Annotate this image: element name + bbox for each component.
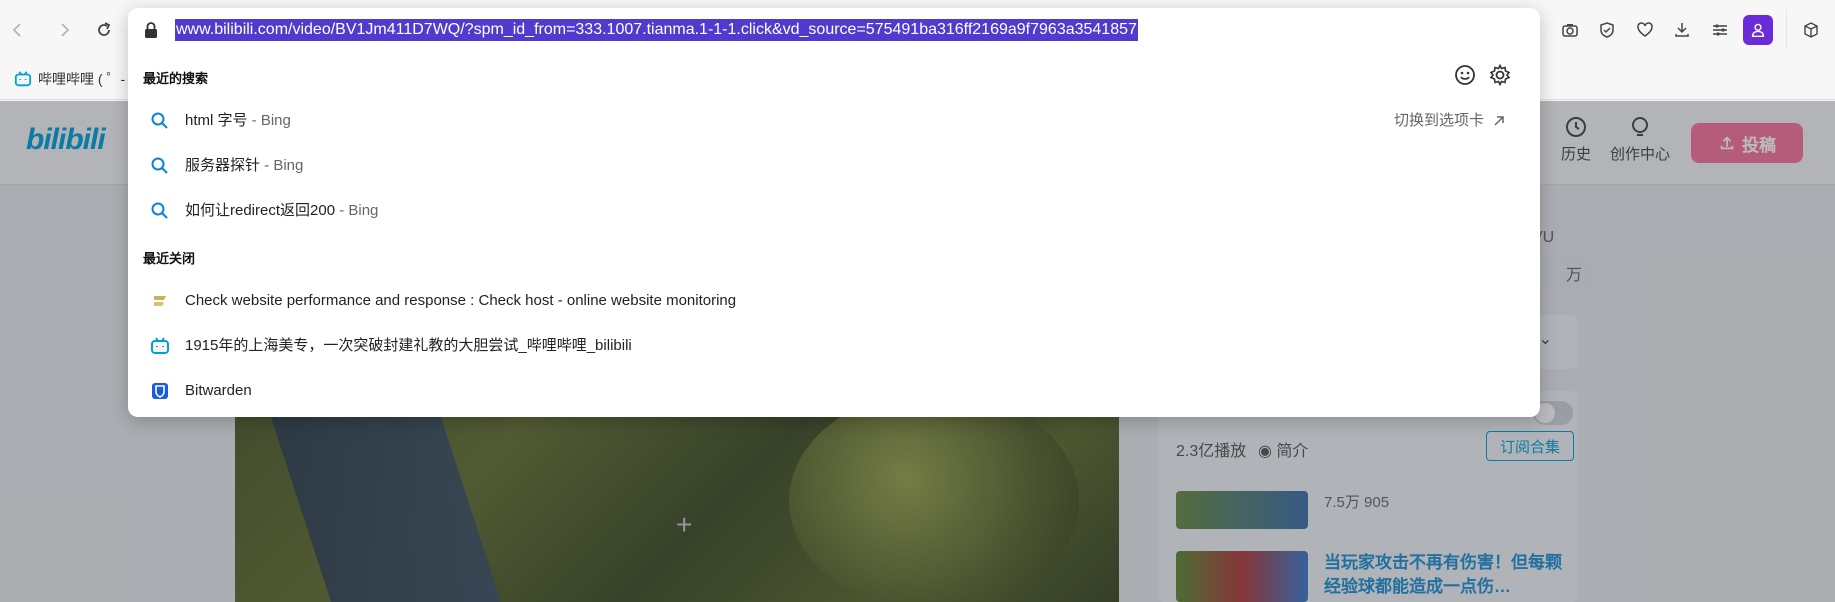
search-suggestion[interactable]: 如何让redirect返回200 - Bing bbox=[128, 189, 1540, 233]
bilibili-icon bbox=[151, 337, 169, 354]
lock-icon[interactable] bbox=[142, 21, 160, 39]
closed-item-title: Bitwarden bbox=[185, 382, 252, 399]
gear-icon[interactable] bbox=[1488, 63, 1512, 87]
shield-button[interactable] bbox=[1593, 16, 1621, 44]
back-arrow-icon bbox=[12, 23, 21, 37]
address-bar-dropdown: www.bilibili.com/video/BV1Jm411D7WQ/?spm… bbox=[128, 8, 1540, 417]
address-bar[interactable]: www.bilibili.com/video/BV1Jm411D7WQ/?spm… bbox=[128, 8, 1540, 52]
url-input[interactable]: www.bilibili.com/video/BV1Jm411D7WQ/?spm… bbox=[175, 19, 1138, 41]
heart-icon bbox=[1637, 22, 1653, 37]
extensions-button[interactable] bbox=[1797, 16, 1825, 44]
closed-item-title: 1915年的上海美专，一次突破封建礼教的大胆尝试_哔哩哔哩_bilibili bbox=[185, 337, 632, 354]
recently-closed-item[interactable]: Check website performance and response :… bbox=[128, 279, 1540, 323]
suggestion-engine: - Bing bbox=[335, 202, 379, 219]
forward-arrow-icon bbox=[61, 23, 70, 37]
suggestion-query: html 字号 bbox=[185, 112, 248, 129]
camera-icon bbox=[1562, 24, 1578, 37]
toolbar-divider bbox=[1786, 10, 1787, 50]
settings-sliders-icon bbox=[1713, 24, 1727, 36]
checkhost-icon bbox=[154, 296, 166, 306]
menu-button[interactable] bbox=[1706, 16, 1734, 44]
screenshot-button[interactable] bbox=[1556, 16, 1584, 44]
forward-button[interactable] bbox=[50, 16, 78, 44]
suggestion-query: 服务器探针 bbox=[185, 157, 261, 174]
recently-closed-item[interactable]: Bitwarden bbox=[128, 369, 1540, 413]
search-suggestion[interactable]: 服务器探针 - Bing bbox=[128, 144, 1540, 188]
suggestion-engine: - Bing bbox=[247, 112, 291, 129]
cube-icon bbox=[1804, 22, 1818, 38]
suggestion-text: html 字号 - Bing bbox=[185, 99, 291, 143]
bookmark-label: 哔哩哔哩 ( ゜- bbox=[38, 71, 126, 87]
bitwarden-icon bbox=[152, 383, 168, 399]
arrow-up-right-icon bbox=[1494, 116, 1504, 126]
closed-item-title: Check website performance and response :… bbox=[185, 292, 737, 309]
search-icon bbox=[151, 112, 168, 129]
suggestion-engine: - Bing bbox=[260, 157, 304, 174]
search-icon bbox=[151, 202, 168, 219]
reload-icon bbox=[98, 22, 111, 36]
suggestion-text: 服务器探针 - Bing bbox=[185, 144, 303, 188]
switch-to-tab-button[interactable]: 切换到选项卡 bbox=[1394, 99, 1506, 143]
shield-icon bbox=[1600, 22, 1614, 38]
search-suggestion[interactable]: html 字号 - Bing 切换到选项卡 bbox=[128, 99, 1540, 143]
bilibili-icon bbox=[14, 71, 32, 87]
recently-closed-item[interactable]: 1915年的上海美专，一次突破封建礼教的大胆尝试_哔哩哔哩_bilibili bbox=[128, 324, 1540, 368]
downloads-button[interactable] bbox=[1668, 16, 1696, 44]
recently-closed-heading: 最近关闭 bbox=[143, 251, 196, 266]
emoji-icon[interactable] bbox=[1453, 63, 1477, 87]
download-icon bbox=[1675, 23, 1689, 37]
suggestion-query: 如何让redirect返回200 bbox=[185, 202, 336, 219]
recent-searches-heading: 最近的搜索 bbox=[143, 71, 209, 86]
reload-button[interactable] bbox=[90, 16, 118, 44]
profile-button[interactable] bbox=[1743, 15, 1773, 45]
back-button[interactable] bbox=[4, 16, 32, 44]
favorites-button[interactable] bbox=[1631, 16, 1659, 44]
user-icon bbox=[1751, 23, 1765, 38]
search-icon bbox=[151, 157, 168, 174]
suggestion-text: 如何让redirect返回200 - Bing bbox=[185, 189, 378, 233]
bookmark-bilibili[interactable]: 哔哩哔哩 ( ゜- bbox=[14, 69, 125, 89]
switch-tab-label: 切换到选项卡 bbox=[1393, 112, 1484, 129]
